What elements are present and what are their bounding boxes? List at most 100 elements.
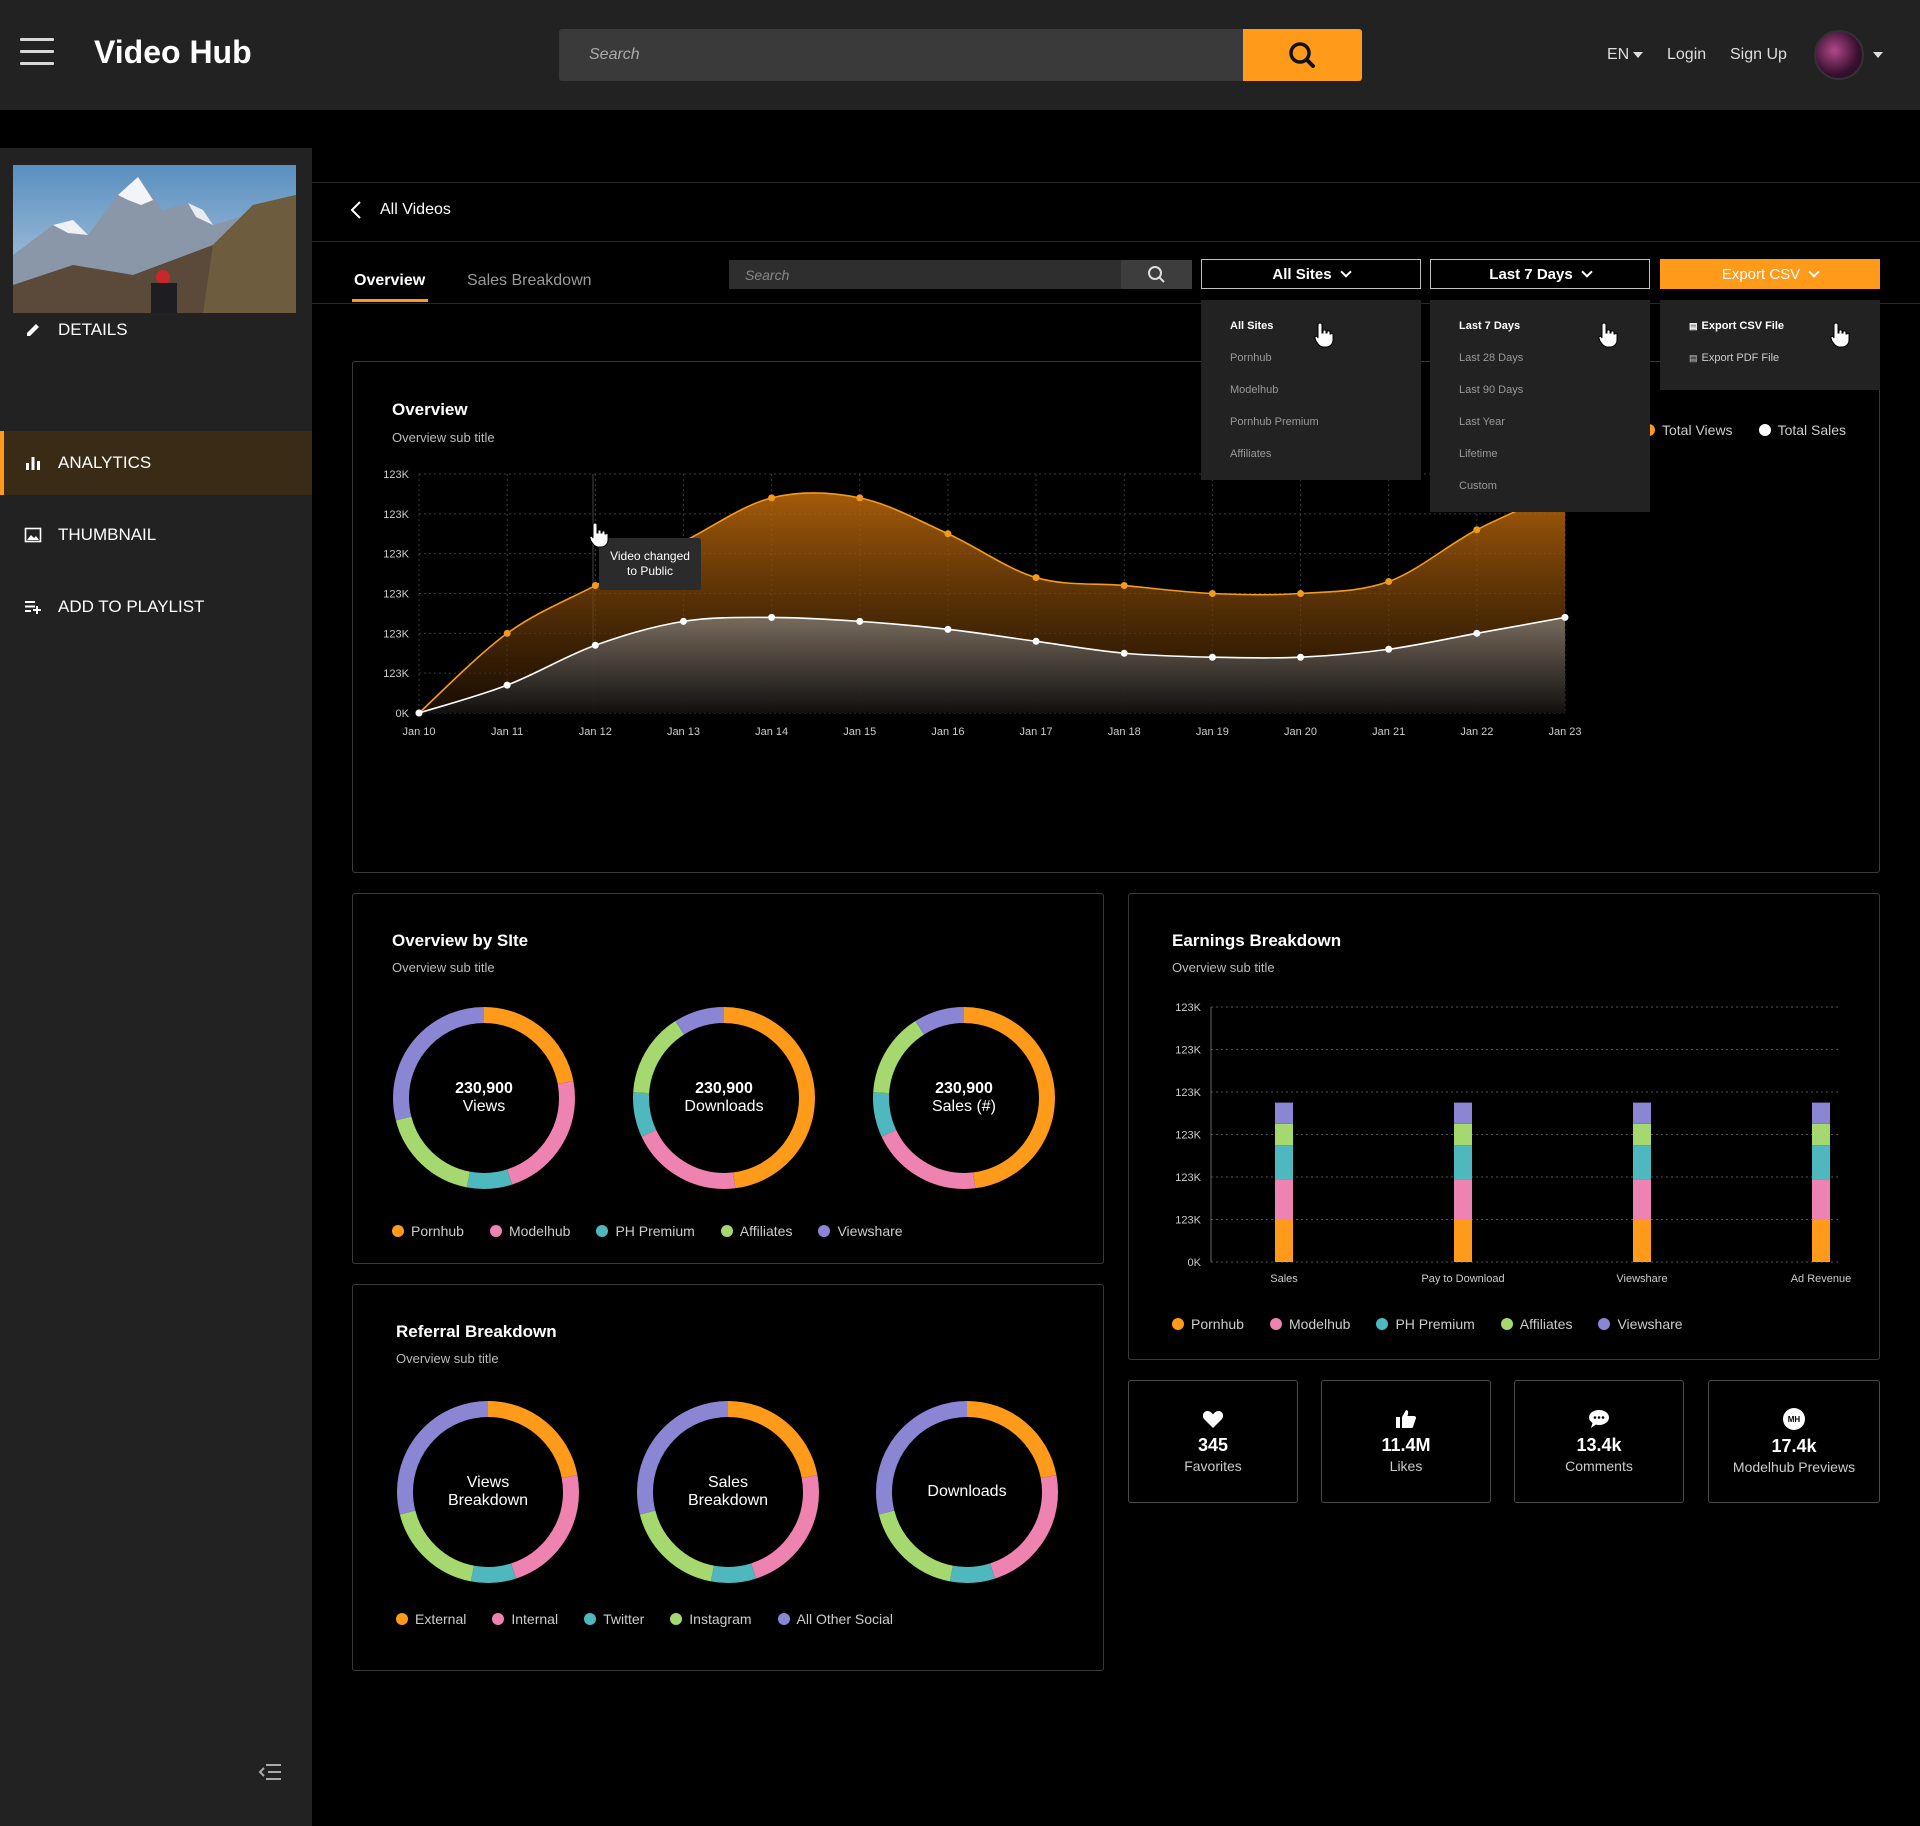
- legend-item[interactable]: Internal: [492, 1611, 558, 1627]
- legend-item[interactable]: PH Premium: [1376, 1316, 1475, 1332]
- legend-item[interactable]: Twitter: [584, 1611, 644, 1627]
- stat-label: Comments: [1565, 1458, 1633, 1474]
- legend-label: All Other Social: [796, 1611, 894, 1627]
- legend-item[interactable]: External: [396, 1611, 466, 1627]
- divider: [312, 182, 1920, 183]
- range-menu-item[interactable]: Last 90 Days: [1430, 374, 1650, 406]
- legend-item[interactable]: Modelhub: [489, 1223, 571, 1239]
- sites-menu-item[interactable]: Pornhub Premium: [1201, 406, 1421, 438]
- data-point-sales: [1297, 653, 1305, 661]
- legend-dot: [1172, 1318, 1184, 1330]
- earnings-legend: Pornhub Modelhub PH Premium Affiliates V…: [1172, 1316, 1709, 1332]
- legend-item[interactable]: Modelhub: [1269, 1316, 1350, 1332]
- signup-link[interactable]: Sign Up: [1730, 46, 1787, 64]
- x-tick-label: Jan 10: [402, 726, 435, 738]
- range-menu-item[interactable]: Last Year: [1430, 406, 1650, 438]
- data-point-views: [591, 582, 599, 590]
- search-button[interactable]: [1243, 29, 1362, 81]
- stat-value: 345: [1197, 1435, 1229, 1455]
- legend-item[interactable]: PH Premium: [596, 1223, 695, 1239]
- sites-menu-item[interactable]: Affiliates: [1201, 438, 1421, 470]
- x-tick-label: Jan 14: [755, 726, 788, 738]
- legend-item[interactable]: Affiliates: [1500, 1316, 1573, 1332]
- legend-item[interactable]: All Other Social: [777, 1611, 894, 1627]
- donut-caption: Downloads: [927, 1483, 1007, 1500]
- legend-dot: [818, 1225, 831, 1237]
- legend-item[interactable]: Affiliates: [720, 1223, 792, 1239]
- range-dropdown-button[interactable]: Last 7 Days: [1430, 259, 1650, 289]
- bar-segment: [1812, 1102, 1830, 1124]
- legend-dot: [670, 1613, 683, 1625]
- export-dropdown-button[interactable]: Export CSV: [1660, 259, 1880, 289]
- sidebar-item-details[interactable]: DETAILS: [0, 298, 312, 362]
- y-tick-label: 123K: [383, 549, 409, 561]
- export-dropdown-label: Export CSV: [1721, 265, 1801, 283]
- pencil-icon: [27, 324, 39, 336]
- avatar-caret-icon[interactable]: [1873, 52, 1883, 58]
- sites-menu-item[interactable]: Pornhub: [1201, 342, 1421, 374]
- x-tick-label: Jan 17: [1020, 726, 1053, 738]
- sites-dropdown-button[interactable]: All Sites: [1201, 259, 1421, 289]
- donut-center-label: 230,900 Sales (#): [872, 1006, 1056, 1190]
- data-point-sales: [1473, 629, 1481, 637]
- analytics-search-input[interactable]: [729, 260, 1121, 289]
- donut-sales-breakdown: Sales Breakdown: [636, 1400, 820, 1584]
- stat-likes: 11.4M Likes: [1321, 1380, 1491, 1503]
- thumbs-up-icon: [1396, 1410, 1416, 1428]
- legend-item[interactable]: Instagram: [670, 1611, 752, 1627]
- hand-cursor-icon: [1314, 322, 1334, 348]
- donut-center-label: Downloads: [875, 1400, 1059, 1584]
- legend-label: Twitter: [603, 1611, 645, 1627]
- y-tick-label: 123K: [1175, 1045, 1201, 1057]
- search-icon: [1148, 266, 1165, 283]
- data-point-sales: [1561, 613, 1569, 621]
- chevron-down-icon: [1808, 265, 1820, 278]
- export-menu: ▤ Export CSV File ▤ Export PDF File: [1660, 300, 1880, 390]
- login-link[interactable]: Login: [1667, 46, 1706, 64]
- collapse-sidebar-icon[interactable]: [258, 1762, 282, 1782]
- video-thumbnail[interactable]: [13, 165, 296, 313]
- stat-value: 17.4k: [1771, 1436, 1817, 1456]
- legend-dot: [596, 1225, 609, 1237]
- language-selector[interactable]: EN: [1607, 46, 1644, 64]
- legend-label: Modelhub: [508, 1223, 571, 1239]
- data-point-views: [1120, 582, 1128, 590]
- range-menu-item[interactable]: Lifetime: [1430, 438, 1650, 470]
- brand-title[interactable]: Video Hub: [94, 34, 252, 71]
- sites-menu-item[interactable]: All Sites: [1201, 310, 1421, 342]
- image-icon: [24, 527, 42, 543]
- data-point-views: [1297, 590, 1305, 597]
- breadcrumb[interactable]: All Videos: [350, 200, 451, 220]
- sites-menu-item[interactable]: Modelhub: [1201, 374, 1421, 406]
- range-menu-item[interactable]: Custom: [1430, 470, 1650, 502]
- legend-label: Affiliates: [1519, 1316, 1573, 1332]
- legend-item[interactable]: Viewshare: [818, 1223, 903, 1239]
- hamburger-menu-icon[interactable]: [20, 38, 54, 68]
- stat-label: Modelhub Previews: [1732, 1459, 1856, 1475]
- data-point-sales: [1032, 637, 1040, 645]
- search-input[interactable]: [559, 29, 1243, 81]
- avatar[interactable]: [1814, 30, 1864, 80]
- tab-overview[interactable]: Overview: [354, 272, 425, 290]
- sidebar-item-analytics[interactable]: ANALYTICS: [0, 431, 312, 495]
- x-tick-label: Jan 20: [1284, 726, 1317, 738]
- tab-sales-breakdown[interactable]: Sales Breakdown: [467, 272, 592, 290]
- sidebar-item-add-to-playlist[interactable]: ADD TO PLAYLIST: [0, 575, 312, 639]
- stat-label: Favorites: [1184, 1458, 1242, 1474]
- active-tab-indicator: [352, 299, 428, 302]
- legend-item[interactable]: Pornhub: [1172, 1316, 1244, 1332]
- bar-segment: [1275, 1179, 1293, 1220]
- stat-value: 11.4M: [1381, 1435, 1431, 1455]
- analytics-search-button[interactable]: [1121, 260, 1192, 289]
- data-point-sales: [856, 617, 864, 625]
- y-tick-label: 0K: [1188, 1257, 1202, 1269]
- language-label: EN: [1607, 46, 1630, 63]
- sidebar-item-thumbnail[interactable]: THUMBNAIL: [0, 503, 312, 567]
- legend-label: Viewshare: [837, 1223, 903, 1239]
- data-point-sales: [1208, 653, 1216, 661]
- bar-segment: [1812, 1219, 1830, 1262]
- legend-label: PH Premium: [1395, 1316, 1475, 1332]
- legend-item[interactable]: Pornhub: [392, 1223, 464, 1239]
- referral-legend: External Internal Twitter Instagram All …: [396, 1611, 919, 1627]
- legend-item[interactable]: Viewshare: [1598, 1316, 1683, 1332]
